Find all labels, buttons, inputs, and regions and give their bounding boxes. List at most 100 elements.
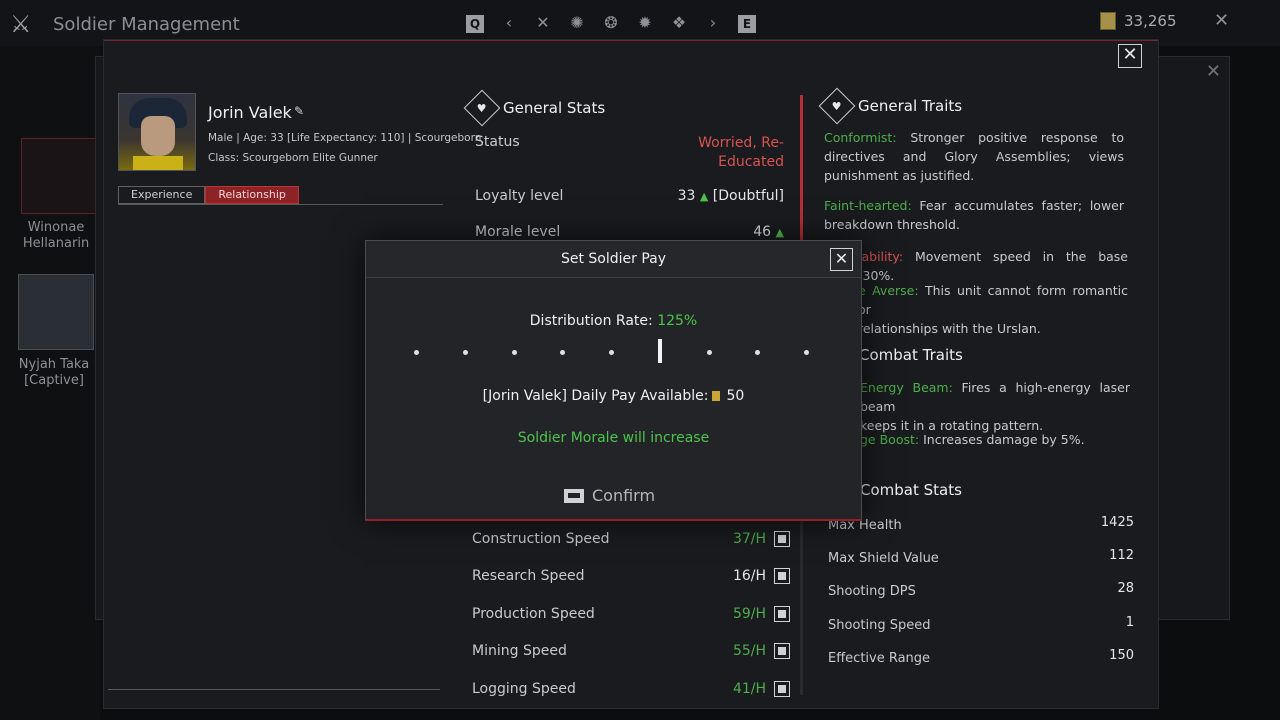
top-tabs: Q ‹ ✕ ✺ ❂ ✹ ❖ › E <box>458 11 764 35</box>
q-key-icon[interactable]: Q <box>458 11 492 35</box>
status-value: Worried, Re- Educated <box>698 135 784 170</box>
divider <box>118 204 443 205</box>
close-button[interactable]: ✕ <box>830 248 853 271</box>
assign-toggle[interactable] <box>774 531 790 547</box>
speed-value: 16/H <box>732 568 766 584</box>
emblem-icon: ❂ <box>604 13 618 32</box>
tab-experience[interactable]: Experience <box>118 186 206 204</box>
combat-stat-row: Max Shield Value 112 <box>828 548 1134 566</box>
slider-handle[interactable] <box>658 339 662 363</box>
distribution-rate: Distribution Rate: 125% <box>529 313 698 329</box>
combat-stat-value: 1425 <box>1100 515 1134 530</box>
profile-tabs: Experience Relationship <box>118 186 299 204</box>
coin-icon <box>712 391 721 401</box>
arrow-up-icon: ▲ <box>699 190 709 203</box>
heart-shield-icon: ♥ <box>818 87 856 125</box>
roster-name: Winonae Hellanarin <box>22 220 90 251</box>
slider-step[interactable] <box>414 350 419 355</box>
heart-shield-icon: ♥ <box>463 89 501 127</box>
morale-message: Soldier Morale will increase <box>517 430 710 446</box>
set-pay-dialog: Set Soldier Pay ✕ Distribution Rate: 125… <box>365 240 862 521</box>
pay-rate-slider[interactable] <box>414 339 811 363</box>
dialog-title: Set Soldier Pay <box>560 251 667 267</box>
currency-amount: 33,265 <box>1124 12 1177 30</box>
combat-stat-row: Shooting Speed 1 <box>828 615 1134 633</box>
general-traits-heading: ♥ General Traits <box>818 87 962 125</box>
speed-value: 55/H <box>732 643 766 659</box>
close-icon: ✕ <box>1122 44 1138 65</box>
emblem-icon: ❖ <box>671 13 687 32</box>
slider-step[interactable] <box>609 350 614 355</box>
slider-step[interactable] <box>463 350 468 355</box>
combat-stat-value: 1 <box>1125 615 1134 630</box>
crossed-swords-icon: ✕ <box>536 13 550 32</box>
divider <box>108 689 440 690</box>
tab-faction-1[interactable]: ✺ <box>560 11 594 35</box>
assign-toggle[interactable] <box>774 606 790 622</box>
close-button[interactable]: ✕ <box>1118 44 1142 68</box>
soldier-portrait <box>118 93 196 171</box>
distribution-rate-value: 125% <box>657 313 698 329</box>
trait-liability: iability: Movement speed in the base -30… <box>858 249 1128 283</box>
combat-stat-row: Effective Range 150 <box>828 648 1134 666</box>
assign-toggle[interactable] <box>774 568 790 584</box>
tab-faction-2[interactable]: ❂ <box>594 11 628 35</box>
edit-icon[interactable]: ✎ <box>294 104 304 118</box>
close-icon[interactable]: ✕ <box>1206 61 1221 82</box>
combat-stat-value: 112 <box>1109 548 1134 563</box>
tab-faction-4[interactable]: ❖ <box>662 11 696 35</box>
assign-toggle[interactable] <box>774 681 790 697</box>
currency-display: 33,265 <box>1100 12 1177 30</box>
close-icon[interactable]: ✕ <box>1214 10 1229 31</box>
combat-traits-heading: Combat Traits <box>859 346 963 364</box>
tab-combat[interactable]: ✕ <box>526 11 560 35</box>
soldier-name: Jorin Valek <box>208 103 292 122</box>
morale-row: Morale level 46 ▲ <box>475 224 784 240</box>
close-icon: ✕ <box>834 249 849 268</box>
combat-stat-value: 28 <box>1117 581 1134 596</box>
trait-faint-hearted: Faint-hearted: Fear accumulates faster; … <box>824 198 1124 232</box>
page-title: Soldier Management <box>53 14 240 35</box>
speed-row: Research Speed 16/H <box>472 568 790 584</box>
assign-toggle[interactable] <box>774 643 790 659</box>
speed-value: 59/H <box>732 606 766 622</box>
status-row: Status Worried, Re- Educated <box>475 134 784 170</box>
trait-damage-boost: ge Boost: Increases damage by 5%. <box>860 432 1085 447</box>
roster-name: Nyjah Taka [Captive] <box>18 357 90 388</box>
loyalty-value: 33 ▲ [Doubtful] <box>677 188 784 204</box>
tab-faction-3[interactable]: ✹ <box>628 11 662 35</box>
soldier-meta: Male | Age: 33 [Life Expectancy: 110] | … <box>208 128 481 168</box>
speed-row: Logging Speed 41/H <box>472 681 790 697</box>
slider-step[interactable] <box>755 350 760 355</box>
slider-step[interactable] <box>560 350 565 355</box>
combat-stat-row: Shooting DPS 28 <box>828 581 1134 599</box>
combat-stat-row: Max Health 1425 <box>828 515 1134 533</box>
speed-row: Mining Speed 55/H <box>472 643 790 659</box>
tab-relationship[interactable]: Relationship <box>205 186 299 204</box>
confirm-button[interactable]: Confirm <box>564 486 655 505</box>
crossed-swords-icon: ⚔ <box>10 10 32 38</box>
speed-row: Production Speed 59/H <box>472 606 790 622</box>
roster-avatar[interactable] <box>18 274 94 350</box>
roster-avatar[interactable] <box>21 138 97 214</box>
combat-stat-value: 150 <box>1109 648 1134 663</box>
general-stats-heading: ♥ General Stats <box>463 89 605 127</box>
trait-averse: e Averse: This unit cannot form romantic… <box>858 283 1129 336</box>
slider-step[interactable] <box>707 350 712 355</box>
speed-value: 41/H <box>732 681 766 697</box>
soldier-demographics: Male | Age: 33 [Life Expectancy: 110] | … <box>208 132 482 144</box>
chevron-left-icon[interactable]: ‹ <box>492 11 526 35</box>
trait-energy-beam: Energy Beam: Fires a high-energy laser b… <box>860 380 1130 433</box>
chevron-right-icon[interactable]: › <box>696 11 730 35</box>
dialog-header: Set Soldier Pay ✕ <box>366 241 861 278</box>
keyboard-key-icon <box>564 488 584 503</box>
speed-row: Construction Speed 37/H <box>472 531 790 547</box>
arrow-up-icon: ▲ <box>775 226 784 239</box>
e-key-icon[interactable]: E <box>730 11 764 35</box>
loyalty-row: Loyalty level 33 ▲ [Doubtful] <box>475 188 784 204</box>
slider-step[interactable] <box>804 350 809 355</box>
slider-step[interactable] <box>512 350 517 355</box>
speed-value: 37/H <box>732 531 766 547</box>
coin-icon <box>1100 12 1116 30</box>
daily-pay: [Jorin Valek] Daily Pay Available: 50 <box>482 388 745 404</box>
